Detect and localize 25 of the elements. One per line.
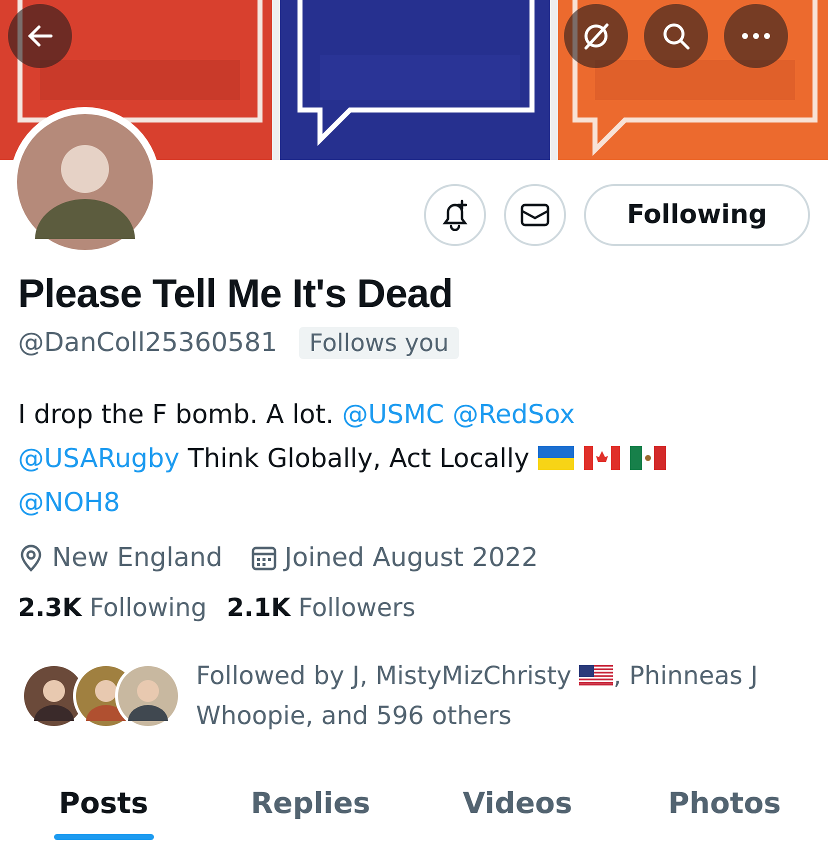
bio-text: Think Globally, Act Locally <box>188 444 530 474</box>
follows-you-badge: Follows you <box>299 327 459 359</box>
display-name: Please Tell Me It's Dead <box>18 272 454 317</box>
bell-plus-icon <box>440 199 470 231</box>
followed-by-text: Followed by J, MistyMizChristy , Phinneas J Whoopie, and 596 others <box>196 660 759 732</box>
avatar <box>115 663 178 729</box>
location-text: New England <box>52 543 223 573</box>
profile-tab[interactable]: Replies <box>207 772 414 840</box>
canada-flag-icon <box>584 446 620 470</box>
follow-count-link[interactable]: 2.3K Following <box>18 593 207 622</box>
profile-tab[interactable]: Posts <box>0 772 207 840</box>
profile-tab[interactable]: Videos <box>414 772 621 840</box>
mexico-flag-icon <box>630 446 666 470</box>
calendar-icon <box>250 545 277 571</box>
ukraine-flag-icon <box>538 446 574 470</box>
location-pin-icon <box>18 544 44 572</box>
following-button[interactable]: Following <box>584 184 810 246</box>
envelope-icon <box>520 203 550 227</box>
more-icon <box>741 32 771 40</box>
profile-tab[interactable]: Photos <box>621 772 828 840</box>
join-date: Joined August 2022 <box>284 543 538 573</box>
username: @DanColl25360581 <box>18 328 278 358</box>
usa-flag-icon <box>579 665 614 687</box>
bio-text: I drop the F bomb. A lot. <box>18 400 334 430</box>
follow-count-link[interactable]: 2.1K Followers <box>226 593 416 622</box>
